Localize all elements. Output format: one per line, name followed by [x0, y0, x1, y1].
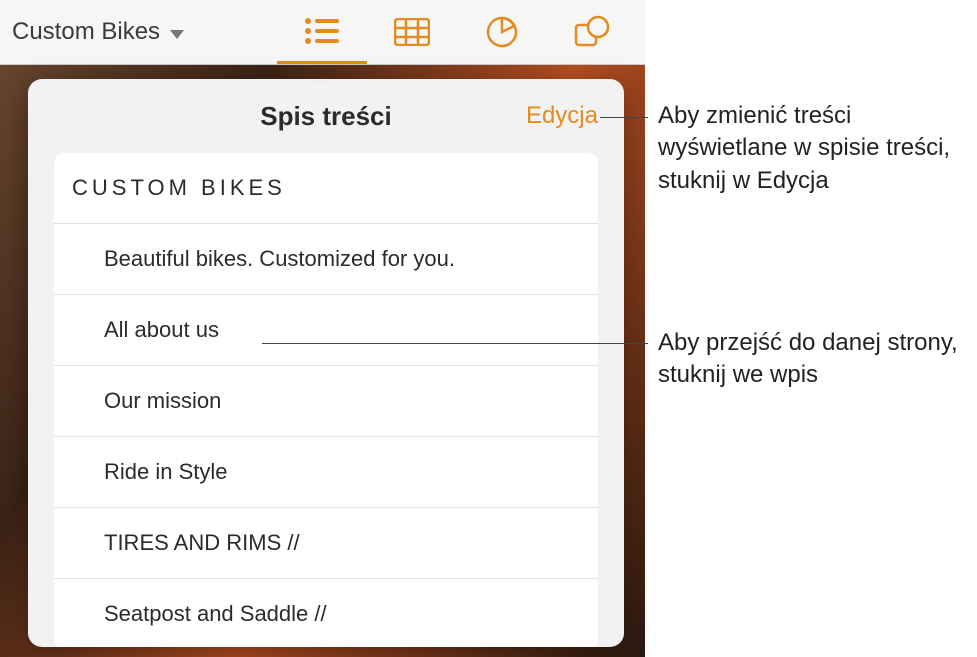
- toc-item-label: Seatpost and Saddle //: [104, 601, 327, 626]
- toc-item[interactable]: TIRES AND RIMS //: [54, 508, 598, 579]
- toc-item-label: CUSTOM BIKES: [72, 175, 286, 200]
- toc-item[interactable]: Our mission: [54, 366, 598, 437]
- shape-button[interactable]: [547, 0, 637, 64]
- list-icon: [303, 16, 341, 46]
- document-title: Custom Bikes: [12, 18, 160, 46]
- toc-item[interactable]: Ride in Style: [54, 437, 598, 508]
- shapes-icon: [573, 15, 611, 49]
- toc-item-label: Ride in Style: [104, 459, 228, 484]
- callout-text: Aby przejść do danej strony, stuknij we …: [658, 327, 977, 392]
- toolbar: Custom Bikes: [0, 0, 645, 65]
- callout-text: Aby zmienić treści wyświetlane w spisie …: [658, 100, 977, 197]
- toc-item[interactable]: CUSTOM BIKES: [54, 153, 598, 224]
- pie-chart-icon: [485, 15, 519, 49]
- chevron-down-icon: [170, 30, 184, 39]
- popover-header: Spis treści Edycja: [28, 79, 624, 153]
- toc-item-label: All about us: [104, 317, 219, 342]
- edit-button[interactable]: Edycja: [526, 102, 598, 130]
- toc-item-label: Our mission: [104, 388, 221, 413]
- toolbar-buttons: [277, 0, 645, 64]
- table-button[interactable]: [367, 0, 457, 64]
- document-title-dropdown[interactable]: Custom Bikes: [0, 18, 184, 46]
- toc-view-button[interactable]: [277, 0, 367, 64]
- chart-button[interactable]: [457, 0, 547, 64]
- toc-item[interactable]: Seatpost and Saddle //: [54, 579, 598, 647]
- toc-item[interactable]: Beautiful bikes. Customized for you.: [54, 224, 598, 295]
- callout-line: [262, 343, 648, 344]
- table-icon: [394, 18, 430, 46]
- toc-list: CUSTOM BIKES Beautiful bikes. Customized …: [54, 153, 598, 647]
- toc-popover: Spis treści Edycja CUSTOM BIKES Beautiful…: [28, 79, 624, 647]
- popover-title: Spis treści: [260, 101, 392, 132]
- callout-line: [600, 117, 648, 118]
- toc-item[interactable]: All about us: [54, 295, 598, 366]
- toc-item-label: TIRES AND RIMS //: [104, 530, 300, 555]
- callouts-area: Aby zmienić treści wyświetlane w spisie …: [658, 0, 976, 657]
- toc-item-label: Beautiful bikes. Customized for you.: [104, 246, 455, 271]
